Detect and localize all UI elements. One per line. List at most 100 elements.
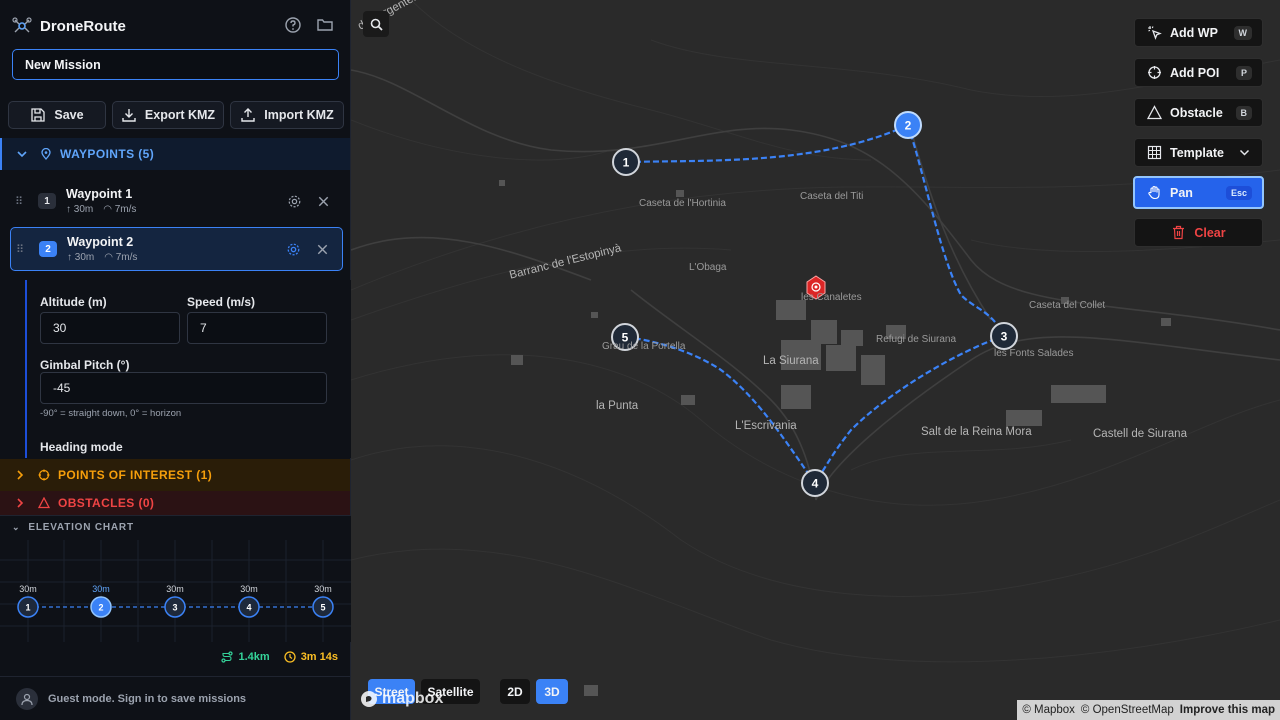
template-dropdown[interactable]: Template [1134,138,1263,167]
shortcut-key: B [1235,105,1252,120]
elevation-altitude-label: 30m [92,584,110,594]
waypoint-editor: Altitude (m) Speed (m/s) Gimbal Pitch (°… [25,280,351,458]
mapbox-logo[interactable]: mapbox [360,690,443,708]
clear-button[interactable]: Clear [1134,218,1263,247]
altitude-meta: ↑ 30m [66,204,94,215]
obstacle-label: Obstacle [1170,105,1223,120]
gimbal-pitch-input[interactable] [40,372,327,404]
waypoints-section-header[interactable]: WAYPOINTS (5) [0,138,350,170]
speed-input[interactable] [187,312,327,344]
place-label: Salt de la Reina Mora [921,426,1032,438]
elevation-point-number: 5 [320,603,325,613]
place-label: Castell de Siurana [1093,428,1187,440]
view-3d-button[interactable]: 3D [536,679,568,704]
view-2d-button[interactable]: 2D [500,679,530,704]
altitude-meta: ↑ 30m [67,252,95,263]
close-icon[interactable] [316,194,331,209]
waypoint-number-badge: 2 [39,241,57,257]
crosshair-icon [1148,66,1161,79]
chevron-down-icon: ⌄ [12,522,21,532]
waypoint-meta: ↑ 30m ◠ 7m/s [67,252,286,263]
shortcut-key: Esc [1225,185,1252,200]
route-icon [221,651,234,663]
account-footer: Guest mode. Sign in to save missions [0,676,351,720]
map-view[interactable]: 12345 de l'Argenter Caseta de l'Hortinia… [351,0,1280,720]
import-kmz-button[interactable]: Import KMZ [230,101,344,129]
add-poi-tool[interactable]: Add POI P [1134,58,1263,87]
gear-icon[interactable] [286,242,301,257]
elevation-point[interactable]: 30m 5 [312,584,334,618]
clock-icon [284,651,296,663]
elevation-point[interactable]: 30m 3 [164,584,186,618]
waypoint-actions [286,242,330,257]
grid-icon [1147,145,1162,160]
export-label: Export KMZ [144,108,216,122]
waypoint-marker[interactable]: 1 [612,148,640,176]
chevron-right-icon [17,498,24,508]
place-label: Caseta de l'Hortinia [639,198,726,209]
search-icon [370,18,383,31]
add-waypoint-tool[interactable]: Add WP W [1134,18,1263,47]
export-kmz-button[interactable]: Export KMZ [112,101,224,129]
waypoint-marker[interactable]: 4 [801,469,829,497]
map-search-button[interactable] [363,11,389,37]
pan-tool[interactable]: Pan Esc [1133,176,1264,209]
improve-map-link[interactable]: Improve this map [1180,704,1275,716]
help-icon[interactable] [284,16,302,34]
download-icon [122,109,136,122]
place-label: Caseta del Titi [800,191,864,202]
place-label: la Punta [596,400,639,412]
save-button[interactable]: Save [8,101,106,129]
place-label: Refugi de Siurana [876,334,957,345]
altitude-input[interactable] [40,312,180,344]
elevation-chart: 30m 1 30m 2 30m 3 30m 4 30m 5 [0,540,351,642]
elevation-altitude-label: 30m [19,584,37,594]
obstacle-tool[interactable]: Obstacle B [1134,98,1263,127]
triangle-icon [1147,105,1162,120]
drag-handle-icon[interactable]: ⠿ [11,243,29,256]
waypoint-altitude: 30m [74,252,95,263]
attribution-osm[interactable]: © OpenStreetMap [1081,704,1174,716]
map-pin-icon [41,148,51,160]
app-root: DroneRoute Save Export KMZ Import KMZ [0,0,1280,720]
obstacles-section-header[interactable]: OBSTACLES (0) [0,491,350,515]
elevation-point[interactable]: 30m 2 [90,584,112,618]
waypoint-number-badge: 1 [38,193,56,209]
elevation-chart-header[interactable]: ⌄ ELEVATION CHART [12,522,134,533]
mission-name-input[interactable] [12,49,339,80]
waypoint-meta: ↑ 30m ◠ 7m/s [66,204,287,215]
attribution-mapbox[interactable]: © Mapbox [1022,704,1075,716]
duration-value: 3m 14s [300,651,338,663]
poi-section-header[interactable]: POINTS OF INTEREST (1) [0,459,350,491]
template-label: Template [1170,145,1224,160]
waypoint-row[interactable]: ⠿ 1 Waypoint 1 ↑ 30m ◠ 7m/s [10,179,343,223]
waypoint-altitude: 30m [73,204,94,215]
place-label: Grau de la Portella [602,341,686,352]
chevron-right-icon [17,470,24,480]
upload-icon [241,108,255,122]
speed-meta: ◠ 7m/s [103,204,137,215]
elevation-point-number: 3 [172,603,177,613]
waypoint-marker-number: 4 [812,477,819,491]
elevation-chart-title: ELEVATION CHART [28,522,134,533]
waypoint-marker-number: 2 [905,119,912,133]
waypoint-title: Waypoint 2 [67,235,134,249]
waypoint-row-selected[interactable]: ⠿ 2 Waypoint 2 ↑ 30m ◠ 7m/s [10,227,343,271]
elevation-point[interactable]: 30m 1 [17,584,39,618]
waypoint-marker[interactable]: 3 [990,322,1018,350]
pan-label: Pan [1170,185,1193,200]
waypoints-section-title: WAYPOINTS (5) [60,147,155,161]
avatar[interactable] [16,687,38,710]
route-segment-1-2 [625,124,909,164]
waypoint-info: Waypoint 2 ↑ 30m ◠ 7m/s [67,235,286,263]
mission-actions: Save Export KMZ Import KMZ [8,101,344,129]
close-icon[interactable] [315,242,330,257]
drag-handle-icon[interactable]: ⠿ [10,195,28,208]
waypoint-marker[interactable]: 2 [894,111,922,139]
app-name: DroneRoute [40,17,126,35]
cursor-sparkle-icon [1148,26,1162,40]
place-label: Caseta del Collet [1029,300,1106,311]
folder-icon[interactable] [316,16,334,34]
gear-icon[interactable] [287,194,302,209]
elevation-point[interactable]: 30m 4 [238,584,260,618]
